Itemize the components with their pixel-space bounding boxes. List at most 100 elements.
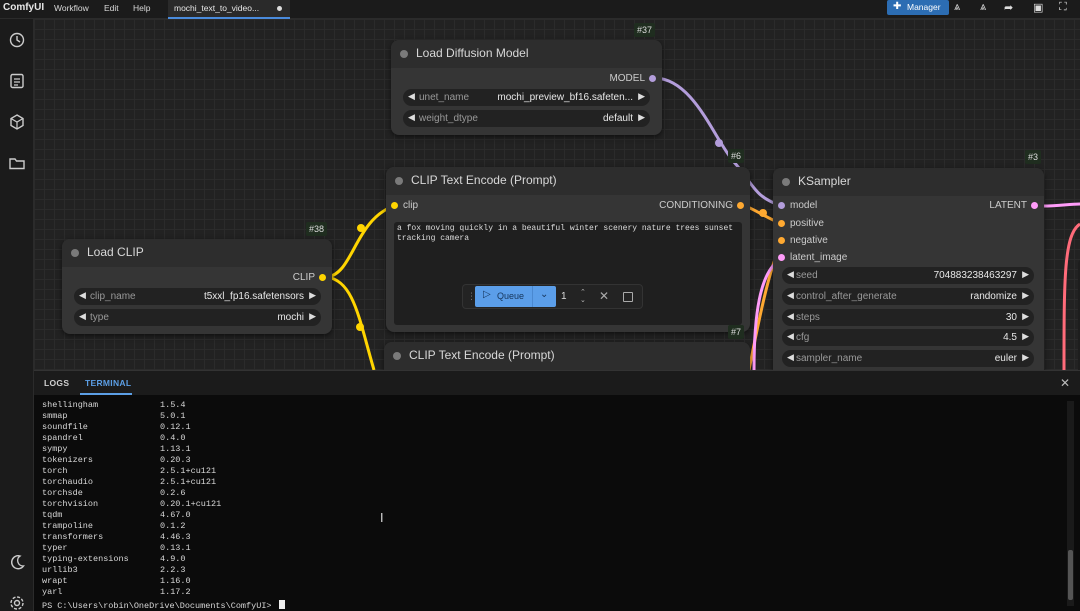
widget-type[interactable]: ◀ type mochi ▶ [74,309,321,326]
decrement-chevron-icon[interactable]: ⌄ [580,296,586,304]
arrow-right-icon[interactable]: ▶ [309,290,316,301]
node-id-badge: #3 [1025,150,1042,164]
arrow-left-icon[interactable]: ◀ [79,290,86,301]
tab-terminal[interactable]: TERMINAL [85,378,131,388]
arrow-left-icon[interactable]: ◀ [787,311,794,322]
collapse-dot-icon[interactable] [395,177,403,185]
widget-unet-name[interactable]: ◀ unet_name mochi_preview_bf16.safeten..… [403,89,650,106]
load-clip-node[interactable]: Load CLIP CLIP ◀ clip_name t5xxl_fp16.sa… [62,239,332,334]
history-icon[interactable] [8,31,26,49]
node-header[interactable]: CLIP Text Encode (Prompt) [384,342,750,370]
widget-sampler-name[interactable]: ◀ sampler_name euler ▶ [782,350,1034,367]
graph-canvas[interactable]: #37 Load Diffusion Model MODEL ◀ unet_na… [34,19,1080,370]
menu-workflow[interactable]: Workflow [54,3,89,13]
workflows-folder-icon[interactable] [8,154,26,172]
collapse-dot-icon[interactable] [782,178,790,186]
widget-clip-name[interactable]: ◀ clip_name t5xxl_fp16.safetensors ▶ [74,288,321,305]
workflow-tab[interactable]: mochi_text_to_video... [168,0,290,19]
batch-count-input[interactable]: 1 [561,291,567,302]
arrow-right-icon[interactable]: ▶ [309,311,316,322]
arrow-left-icon[interactable]: ◀ [408,112,415,123]
arrow-left-icon[interactable]: ◀ [787,331,794,342]
text-cursor-ibeam-icon: I [380,511,384,525]
queue-label: Queue [497,291,525,301]
toggle-bottom-panel-icon[interactable]: ▣ [1033,1,1043,14]
collapse-dot-icon[interactable] [71,249,79,257]
arrow-right-icon[interactable]: ▶ [1022,311,1029,322]
share-icon[interactable]: ➦ [1004,1,1013,14]
terminal-line: transformers 4.46.3 [42,532,191,543]
arrow-right-icon[interactable]: ▶ [1022,352,1029,363]
download-icon[interactable]: ⩓ [980,1,986,14]
arrow-right-icon[interactable]: ▶ [1022,290,1029,301]
arrow-right-icon[interactable]: ▶ [638,112,645,123]
output-slot-latent[interactable] [1031,202,1038,209]
output-slot-clip[interactable] [319,274,326,281]
arrow-left-icon[interactable]: ◀ [79,311,86,322]
input-label-negative: negative [790,235,828,246]
node-id-badge: #6 [728,149,745,163]
tab-logs[interactable]: LOGS [44,378,69,388]
node-header[interactable]: KSampler [773,168,1044,196]
stop-icon[interactable] [623,292,633,302]
package-version: 0.20.3 [160,455,191,465]
collapse-dot-icon[interactable] [400,50,408,58]
output-slot-model[interactable] [649,75,656,82]
package-version: 0.2.6 [160,488,186,498]
widget-value: 704883238463297 [933,270,1017,281]
settings-gear-icon[interactable] [8,594,26,611]
node-header[interactable]: Load CLIP [62,239,332,267]
arrow-right-icon[interactable]: ▶ [638,91,645,102]
terminal-scrollbar-thumb[interactable] [1068,550,1073,600]
menu-help[interactable]: Help [133,3,150,13]
node-header[interactable]: CLIP Text Encode (Prompt) [386,167,750,195]
input-slot-latent-image[interactable] [778,254,785,261]
queue-mode-dropdown[interactable]: ⌄ [532,286,556,307]
output-slot-conditioning[interactable] [737,202,744,209]
terminal-output[interactable]: shellingham 1.5.4 smmap 5.0.1 soundfile 0.12.… [34,395,1080,611]
theme-toggle-moon-icon[interactable] [8,553,26,571]
package-version: 1.17.2 [160,587,191,597]
queue-list-icon[interactable] [8,72,26,90]
widget-seed[interactable]: ◀ seed 704883238463297 ▶ [782,267,1034,284]
prompt-textarea[interactable]: a fox moving quickly in a beautiful wint… [394,222,742,325]
clear-queue-icon[interactable]: ✕ [599,289,609,303]
node-header[interactable]: Load Diffusion Model [391,40,662,68]
package-version: 2.2.3 [160,565,186,575]
app-logo[interactable]: ComfyUI [3,2,44,13]
arrow-left-icon[interactable]: ◀ [408,91,415,102]
package-version: 1.5.4 [160,400,186,410]
menu-edit[interactable]: Edit [104,3,119,13]
input-slot-positive[interactable] [778,220,785,227]
widget-weight-dtype[interactable]: ◀ weight_dtype default ▶ [403,110,650,127]
package-name: tokenizers [42,455,94,465]
increment-chevron-icon[interactable]: ⌃ [580,288,586,296]
manager-button[interactable]: ✚ Manager [887,0,949,15]
terminal-cursor [278,600,285,609]
package-version: 0.1.2 [160,521,186,531]
terminal-prompt-line[interactable]: PS C:\Users\robin\OneDrive\Documents\Com… [42,600,285,611]
widget-label: steps [796,312,820,323]
input-slot-negative[interactable] [778,237,785,244]
widget-steps[interactable]: ◀ steps 30 ▶ [782,309,1034,326]
input-slot-clip[interactable] [391,202,398,209]
queue-button[interactable]: ▷ Queue ⌄ [475,286,556,307]
widget-value: mochi_preview_bf16.safeten... [497,92,633,103]
arrow-left-icon[interactable]: ◀ [787,290,794,301]
model-hub-icon[interactable]: ⩓ [954,1,960,14]
input-slot-model[interactable] [778,202,785,209]
arrow-left-icon[interactable]: ◀ [787,269,794,280]
arrow-right-icon[interactable]: ▶ [1022,269,1029,280]
model-library-icon[interactable] [8,113,26,131]
node-title: Load Diffusion Model [416,46,529,60]
fullscreen-icon[interactable]: ⛶ [1059,1,1067,14]
close-panel-icon[interactable]: ✕ [1060,376,1070,390]
ksampler-node[interactable]: KSampler model positive negative latent_… [773,168,1044,370]
collapse-dot-icon[interactable] [393,352,401,360]
arrow-right-icon[interactable]: ▶ [1022,331,1029,342]
widget-control-after-generate[interactable]: ◀ control_after_generate randomize ▶ [782,288,1034,305]
arrow-left-icon[interactable]: ◀ [787,352,794,363]
clip-text-encode-negative-node[interactable]: CLIP Text Encode (Prompt) [384,342,750,370]
load-diffusion-model-node[interactable]: Load Diffusion Model MODEL ◀ unet_name m… [391,40,662,135]
widget-cfg[interactable]: ◀ cfg 4.5 ▶ [782,329,1034,346]
